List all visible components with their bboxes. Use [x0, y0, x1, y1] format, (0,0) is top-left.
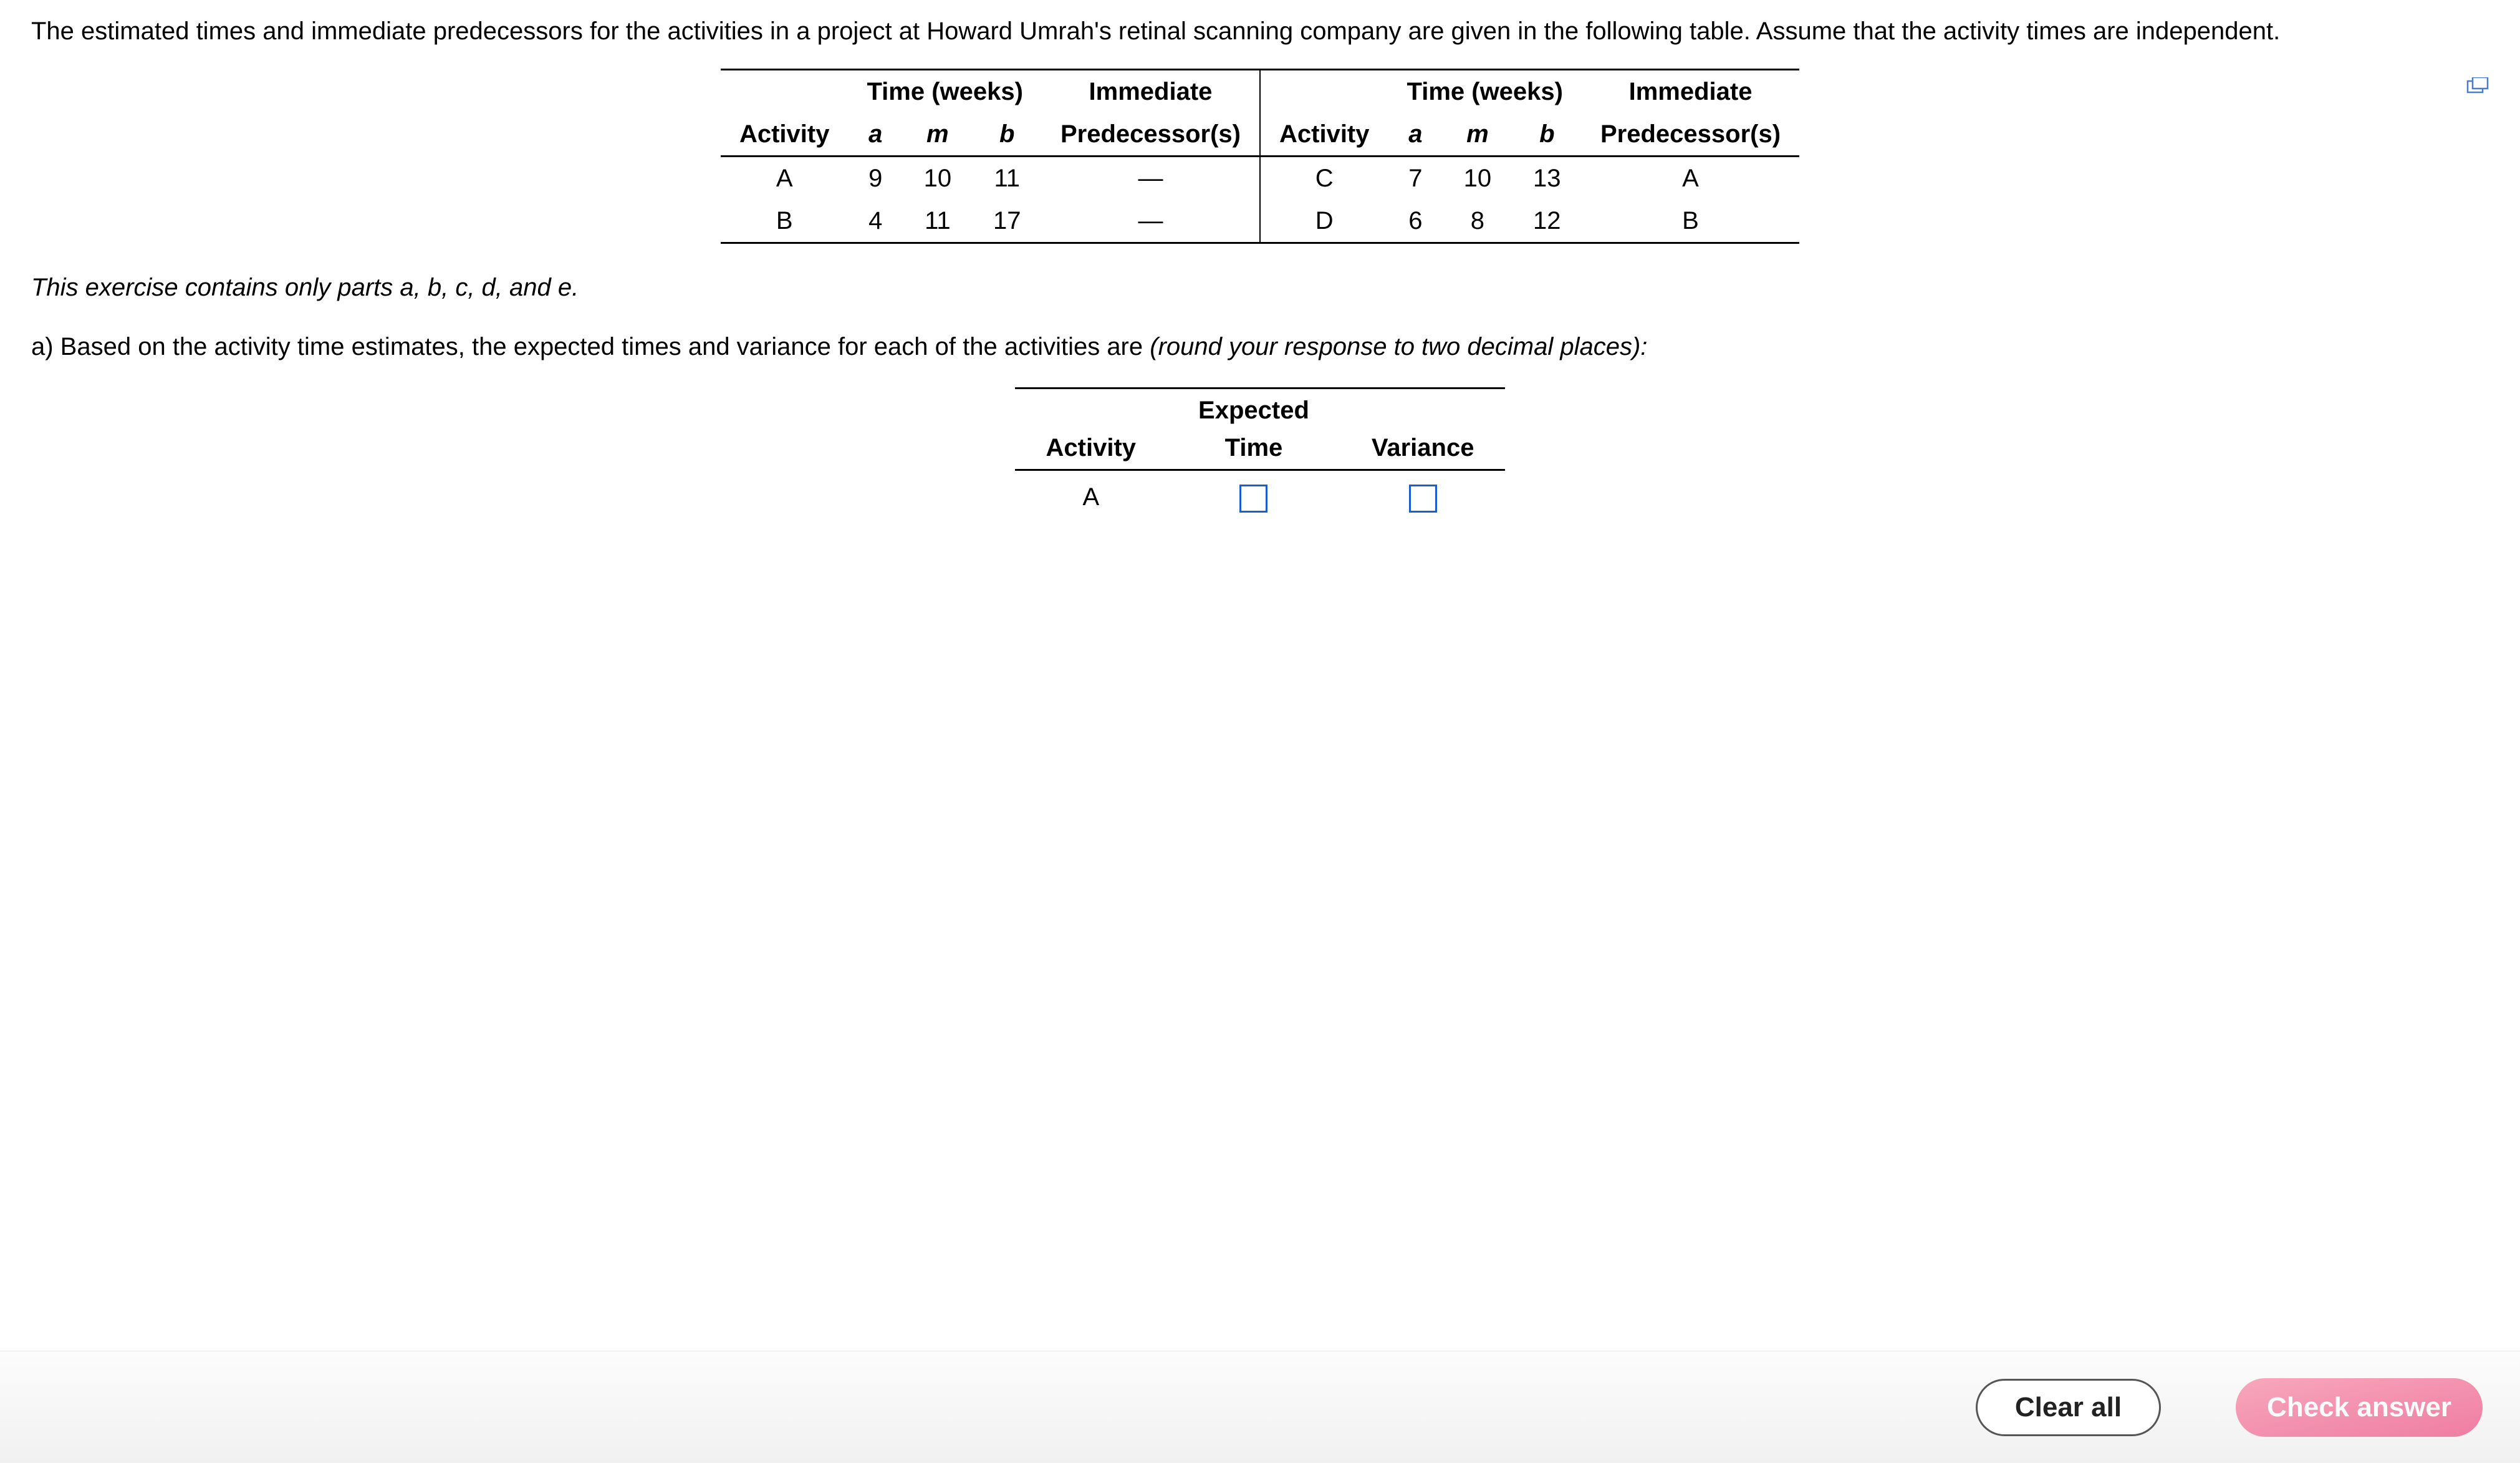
immediate-header-left: Immediate [1042, 70, 1260, 113]
activity-col-left: Activity [721, 113, 849, 157]
a-col-right: a [1388, 113, 1443, 157]
answer-table-container: Activity Expected Time Variance A [31, 387, 2489, 523]
question-a: a) Based on the activity time estimates,… [31, 328, 2489, 365]
table-row: A 9 10 11 — C 7 10 13 A [721, 157, 1799, 200]
cell-m: 8 [1443, 200, 1512, 243]
m-col-left: m [903, 113, 972, 157]
activity-data-table: Time (weeks) Immediate Time (weeks) Imme… [721, 69, 1799, 244]
cell-activity: B [721, 200, 849, 243]
check-answer-button[interactable]: Check answer [2236, 1378, 2483, 1437]
time-header-right: Time (weeks) [1388, 70, 1582, 113]
parts-note: This exercise contains only parts a, b, … [31, 269, 2489, 306]
b-col-left: b [973, 113, 1042, 157]
answer-variance-header: Variance [1340, 389, 1506, 470]
footer-bar: Clear all Check answer [0, 1351, 2520, 1463]
cell-pred: B [1582, 200, 1799, 243]
cell-m: 11 [903, 200, 972, 243]
cell-pred: A [1582, 157, 1799, 200]
b-col-right: b [1512, 113, 1582, 157]
cell-a: 9 [848, 157, 903, 200]
popup-icon[interactable] [2466, 70, 2489, 87]
cell-activity: C [1260, 157, 1388, 200]
cell-m: 10 [903, 157, 972, 200]
answer-variance-cell [1340, 470, 1506, 524]
clear-all-button[interactable]: Clear all [1976, 1379, 2161, 1436]
cell-pred: — [1042, 200, 1260, 243]
time-header-left: Time (weeks) [848, 70, 1042, 113]
cell-activity: D [1260, 200, 1388, 243]
answer-expected-header: Expected Time [1167, 389, 1340, 470]
cell-b: 12 [1512, 200, 1582, 243]
cell-activity: A [721, 157, 849, 200]
cell-b: 13 [1512, 157, 1582, 200]
cell-b: 17 [973, 200, 1042, 243]
predecessor-col-left: Predecessor(s) [1042, 113, 1260, 157]
cell-a: 6 [1388, 200, 1443, 243]
cell-a: 4 [848, 200, 903, 243]
question-italic: (round your response to two decimal plac… [1150, 333, 1647, 360]
answer-expected-cell [1167, 470, 1340, 524]
cell-b: 11 [973, 157, 1042, 200]
answer-row: A [1015, 470, 1506, 524]
answer-activity-cell: A [1015, 470, 1168, 524]
a-col-left: a [848, 113, 903, 157]
cell-a: 7 [1388, 157, 1443, 200]
m-col-right: m [1443, 113, 1512, 157]
immediate-header-right: Immediate [1582, 70, 1799, 113]
table-row: B 4 11 17 — D 6 8 12 B [721, 200, 1799, 243]
expected-time-input[interactable] [1239, 485, 1267, 513]
answer-table: Activity Expected Time Variance A [1015, 387, 1506, 523]
answer-activity-header: Activity [1015, 389, 1168, 470]
activity-col-right: Activity [1260, 113, 1388, 157]
variance-input[interactable] [1409, 485, 1437, 513]
cell-pred: — [1042, 157, 1260, 200]
intro-text: The estimated times and immediate predec… [31, 12, 2489, 50]
question-prefix: a) Based on the activity time estimates,… [31, 333, 1150, 360]
predecessor-col-right: Predecessor(s) [1582, 113, 1799, 157]
data-table-container: Time (weeks) Immediate Time (weeks) Imme… [31, 69, 2489, 244]
cell-m: 10 [1443, 157, 1512, 200]
